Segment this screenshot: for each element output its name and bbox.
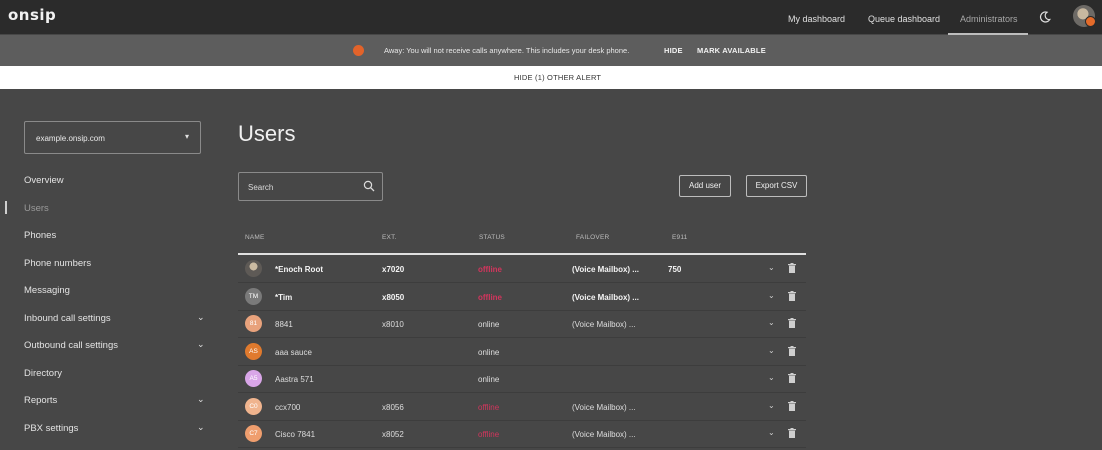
trash-icon[interactable] xyxy=(788,290,796,301)
search-input[interactable]: Search xyxy=(238,172,383,201)
hide-other-alert-bar[interactable]: HIDE (1) OTHER ALERT xyxy=(0,66,1102,89)
trash-icon[interactable] xyxy=(788,263,796,273)
trash-icon[interactable] xyxy=(788,400,796,411)
sidebar-item-phones[interactable]: Phones xyxy=(24,230,56,241)
chevron-down-icon[interactable]: ⌄ xyxy=(768,401,775,410)
active-nav-marker xyxy=(5,201,7,214)
avatar xyxy=(245,260,262,277)
sidebar-item-outbound-call-settings[interactable]: Outbound call settings xyxy=(24,340,118,351)
table-row[interactable]: TM *Tim x8050 offline (Voice Mailbox) ... ⌄ xyxy=(238,283,806,311)
away-status-badge xyxy=(1085,16,1096,27)
away-status-icon xyxy=(353,45,364,56)
user-failover: (Voice Mailbox) ... xyxy=(572,402,636,412)
column-header-name[interactable]: NAME xyxy=(245,234,265,241)
sidebar-item-users[interactable]: Users xyxy=(24,203,49,214)
mark-available-button[interactable]: MARK AVAILABLE xyxy=(697,46,766,55)
user-status: offline xyxy=(478,292,502,302)
page-title: Users xyxy=(238,121,296,146)
avatar: 81 xyxy=(245,315,262,332)
chevron-down-icon[interactable]: ⌄ xyxy=(768,263,775,272)
trash-icon[interactable] xyxy=(788,318,796,328)
column-header-ext[interactable]: EXT. xyxy=(382,234,397,241)
chevron-down-icon[interactable]: ⌄ xyxy=(197,339,205,350)
user-name: Aastra 571 xyxy=(275,375,314,384)
moon-icon[interactable] xyxy=(1038,10,1052,24)
user-failover: (Voice Mailbox) ... xyxy=(572,320,636,329)
user-status: offline xyxy=(478,430,500,439)
user-status: online xyxy=(478,320,500,329)
chevron-down-icon[interactable]: ⌄ xyxy=(768,373,775,382)
chevron-down-icon[interactable]: ⌄ xyxy=(768,346,775,355)
add-user-button[interactable]: Add user xyxy=(679,175,731,197)
sidebar-item-overview[interactable]: Overview xyxy=(24,175,64,186)
user-status: offline xyxy=(478,402,500,412)
user-extension: x8050 xyxy=(382,292,405,302)
nav-my-dashboard[interactable]: My dashboard xyxy=(788,14,845,24)
column-header-failover[interactable]: FAILOVER xyxy=(576,234,609,241)
chevron-down-icon[interactable]: ⌄ xyxy=(197,312,205,323)
user-extension: x7020 xyxy=(382,265,405,274)
sidebar-item-phone-numbers[interactable]: Phone numbers xyxy=(24,258,91,269)
user-failover: (Voice Mailbox) ... xyxy=(572,265,639,274)
search-icon[interactable] xyxy=(363,180,375,192)
table-row[interactable]: 81 8841 x8010 online (Voice Mailbox) ... ⌄ xyxy=(238,310,806,338)
sidebar-item-messaging[interactable]: Messaging xyxy=(24,285,70,296)
organization-select[interactable]: example.onsip.com ▾ xyxy=(24,121,201,154)
chevron-down-icon[interactable]: ⌄ xyxy=(768,291,775,300)
user-name: Cisco 7841 xyxy=(275,430,316,439)
user-extension: x8056 xyxy=(382,402,404,412)
user-failover: (Voice Mailbox) ... xyxy=(572,430,636,439)
sidebar-item-inbound-call-settings[interactable]: Inbound call settings xyxy=(24,313,111,324)
chevron-down-icon[interactable]: ⌄ xyxy=(768,428,775,437)
hide-alert-button[interactable]: HIDE xyxy=(664,46,683,55)
nav-administrators[interactable]: Administrators xyxy=(960,14,1018,24)
user-name: *Enoch Root xyxy=(275,265,323,274)
nav-queue-dashboard[interactable]: Queue dashboard xyxy=(868,14,940,24)
avatar: C0 xyxy=(245,397,262,415)
user-status: online xyxy=(478,347,500,357)
away-alert-banner: Away: You will not receive calls anywher… xyxy=(0,35,1102,66)
trash-icon[interactable] xyxy=(788,373,796,383)
chevron-down-icon[interactable]: ⌄ xyxy=(768,318,775,327)
user-status: offline xyxy=(478,265,502,274)
avatar: AS xyxy=(245,342,262,360)
alert-message: Away: You will not receive calls anywher… xyxy=(384,46,630,55)
search-placeholder: Search xyxy=(248,183,274,192)
column-header-status[interactable]: STATUS xyxy=(479,234,505,241)
sidebar-item-directory[interactable]: Directory xyxy=(24,368,62,379)
user-extension: x8052 xyxy=(382,430,404,439)
user-name: ccx700 xyxy=(275,402,301,412)
user-status: online xyxy=(478,375,500,384)
table-row[interactable]: A5 Aastra 571 online ⌄ xyxy=(238,365,806,393)
export-csv-button[interactable]: Export CSV xyxy=(746,175,807,197)
avatar: TM xyxy=(245,287,262,305)
user-failover: (Voice Mailbox) ... xyxy=(572,292,639,302)
user-name: aaa sauce xyxy=(275,347,312,357)
table-row[interactable]: AS aaa sauce online ⌄ xyxy=(238,338,806,366)
column-header-e911[interactable]: E911 xyxy=(672,234,688,241)
table-row[interactable]: C0 ccx700 x8056 offline (Voice Mailbox) ... ⌄ xyxy=(238,393,806,421)
table-row[interactable]: C7 Cisco 7841 x8052 offline (Voice Mailbox) … xyxy=(238,420,806,448)
organization-value: example.onsip.com xyxy=(36,134,105,143)
sidebar-item-pbx-settings[interactable]: PBX settings xyxy=(24,423,78,434)
avatar: C7 xyxy=(245,425,262,442)
chevron-down-icon[interactable]: ⌄ xyxy=(197,422,205,433)
user-e911: 750 xyxy=(668,265,682,274)
avatar: A5 xyxy=(245,370,262,387)
top-nav-bar: onsip My dashboard Queue dashboard Admin… xyxy=(0,0,1102,35)
onsip-logo[interactable]: onsip xyxy=(8,6,56,24)
table-row[interactable]: *Enoch Root x7020 offline (Voice Mailbox) .… xyxy=(238,255,806,283)
chevron-down-icon[interactable]: ⌄ xyxy=(197,394,205,405)
user-name: 8841 xyxy=(275,320,293,329)
sidebar-item-reports[interactable]: Reports xyxy=(24,395,57,406)
hide-other-alert-label[interactable]: HIDE (1) OTHER ALERT xyxy=(514,73,601,82)
trash-icon[interactable] xyxy=(788,345,796,356)
user-extension: x8010 xyxy=(382,320,404,329)
user-name: *Tim xyxy=(275,292,293,302)
caret-down-icon: ▾ xyxy=(185,132,190,141)
trash-icon[interactable] xyxy=(788,428,796,438)
